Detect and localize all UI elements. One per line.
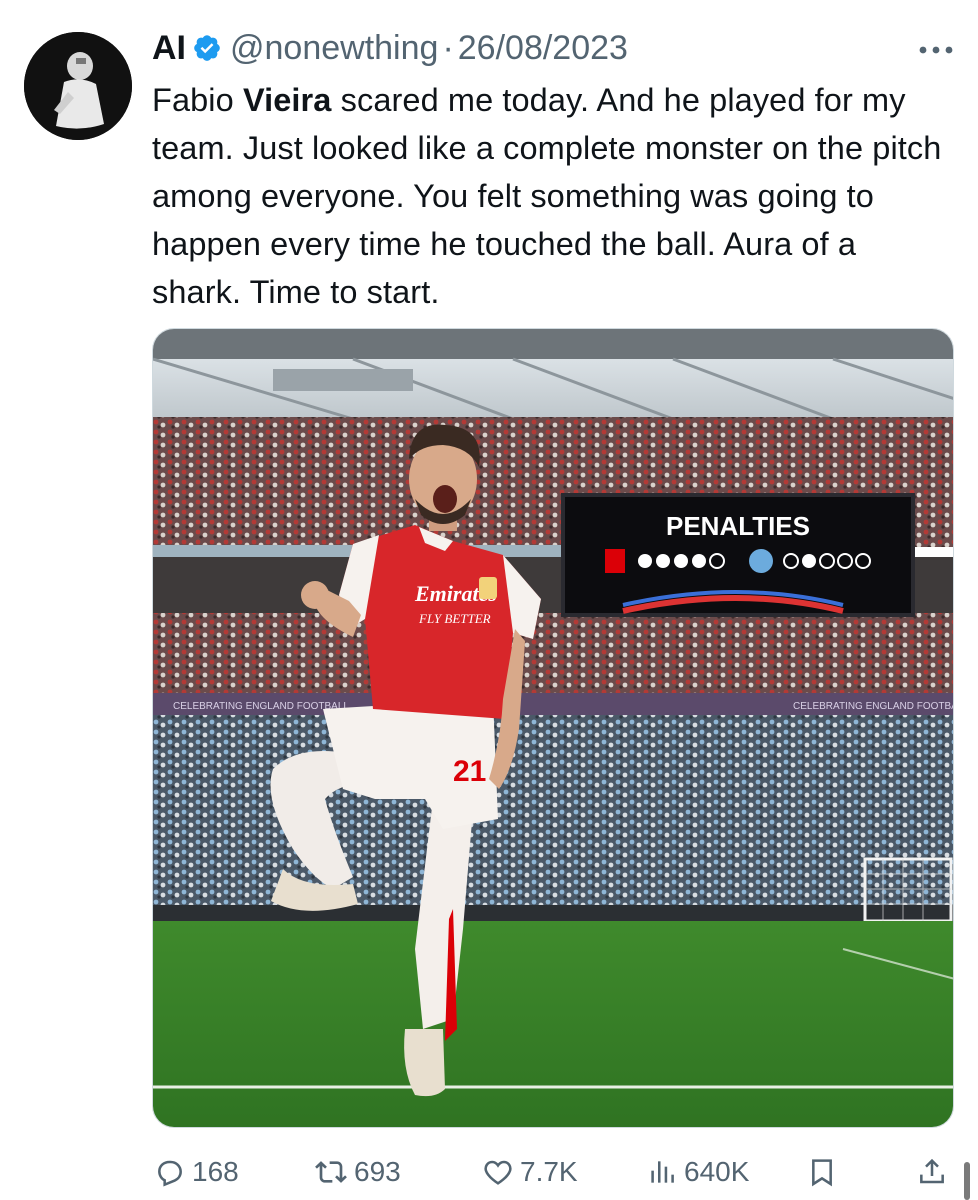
scoreboard-title: PENALTIES: [666, 511, 810, 541]
like-button[interactable]: 7.7K: [482, 1150, 578, 1194]
retweet-icon: [315, 1161, 347, 1183]
share-button[interactable]: [916, 1150, 954, 1194]
svg-text:CELEBRATING ENGLAND FOOTBALL: CELEBRATING ENGLAND FOOTBALL: [793, 701, 954, 712]
tweet-photo[interactable]: CELEBRATING ENGLAND FOOTBALL CELEBRATING…: [152, 328, 954, 1128]
tweet-action-bar: 168 693 7.7K 640K: [0, 1150, 978, 1194]
svg-text:CELEBRATING ENGLAND FOOTBALL: CELEBRATING ENGLAND FOOTBALL: [173, 701, 349, 712]
retweet-count: 693: [354, 1156, 401, 1187]
retweet-button[interactable]: 693: [314, 1150, 401, 1194]
verified-badge-icon: [192, 33, 222, 63]
view-count: 640K: [684, 1156, 750, 1187]
author-display-name[interactable]: AI: [152, 29, 186, 68]
reply-icon: [158, 1160, 182, 1187]
tweet-text: Fabio Vieira scared me today. And he pla…: [152, 76, 952, 316]
share-icon: [920, 1158, 944, 1184]
author-handle[interactable]: @nonewthing: [230, 29, 438, 68]
like-count: 7.7K: [520, 1156, 578, 1187]
heart-icon: [484, 1160, 512, 1185]
more-options-icon[interactable]: [916, 30, 956, 70]
views-button[interactable]: 640K: [646, 1150, 749, 1194]
reply-button[interactable]: 168: [154, 1150, 239, 1194]
tweet-header: AI @nonewthing · 26/08/2023: [152, 26, 628, 70]
avatar[interactable]: [24, 32, 132, 140]
scrollbar-thumb[interactable]: [964, 1162, 970, 1200]
tweet-date[interactable]: 26/08/2023: [458, 29, 628, 68]
tweet-text-bold: Vieira: [242, 82, 332, 118]
tweet-text-part: Fabio: [152, 82, 243, 118]
views-chart-icon: [651, 1161, 674, 1183]
header-separator: ·: [442, 28, 454, 67]
jersey-tagline: FLY BETTER: [418, 611, 491, 626]
bookmark-icon: [812, 1159, 832, 1187]
shorts-number: 21: [453, 755, 486, 788]
bookmark-button[interactable]: [806, 1150, 844, 1194]
reply-count: 168: [192, 1156, 239, 1187]
